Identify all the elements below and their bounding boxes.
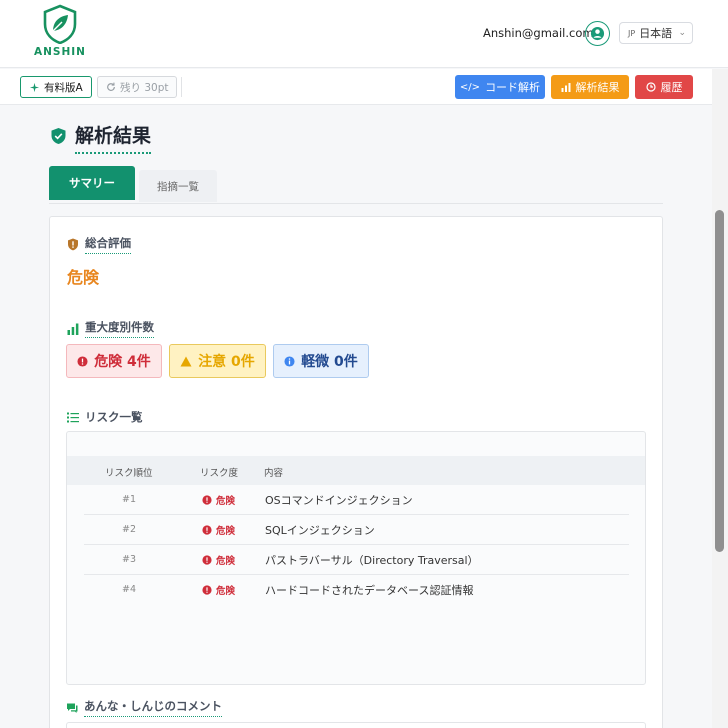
danger-count-badge: 危険 4件 (66, 344, 162, 378)
risk-content: SQLインジェクション (265, 524, 375, 537)
brand-logo[interactable]: ANSHIN (34, 4, 86, 58)
alert-circle-icon (202, 585, 212, 595)
alert-circle-icon (202, 555, 212, 565)
column-header-content: 内容 (264, 468, 284, 479)
analysis-result-button[interactable]: 解析結果 (551, 75, 629, 99)
comment-box (66, 722, 646, 728)
analysis-result-label: 解析結果 (575, 81, 620, 94)
risk-severity: 危険 (202, 523, 235, 537)
user-account-button[interactable] (585, 21, 610, 46)
warning-triangle-icon (180, 356, 192, 366)
risk-content: パストラバーサル（Directory Traversal） (265, 554, 479, 567)
app-header: ANSHIN Anshin@gmail.com JP 日本語 ⌄ (0, 0, 728, 68)
info-circle-icon (284, 355, 295, 367)
risk-content: OSコマンドインジェクション (265, 494, 413, 507)
code-analysis-label: コード解析 (485, 81, 541, 94)
risk-table-header: リスク順位 リスク度 内容 (67, 456, 645, 485)
list-icon (67, 412, 79, 422)
brand-name: ANSHIN (34, 46, 86, 58)
result-tabs: サマリー 指摘一覧 (49, 166, 663, 204)
alert-circle-icon (202, 525, 212, 535)
risk-severity-label: 危険 (216, 496, 236, 507)
refresh-icon (107, 82, 115, 91)
risk-content: ハードコードされたデータベース認証情報 (265, 584, 474, 597)
risk-severity-label: 危険 (216, 526, 236, 537)
history-button[interactable]: 履歴 (635, 75, 693, 99)
risk-severity-label: 危険 (216, 586, 236, 597)
language-code: JP (628, 28, 636, 38)
column-header-rank: リスク順位 (105, 468, 153, 479)
remaining-points-badge: 残り 30pt (97, 76, 178, 98)
overall-label: 総合評価 (85, 235, 131, 254)
language-select[interactable]: JP 日本語 ⌄ (619, 22, 693, 44)
table-row[interactable]: #2 危険 SQLインジェクション (84, 515, 629, 545)
warning-count-label: 注意 0件 (198, 354, 255, 370)
warning-count-badge: 注意 0件 (169, 344, 266, 378)
tab-findings-list[interactable]: 指摘一覧 (139, 170, 217, 202)
danger-count-label: 危険 4件 (94, 354, 151, 370)
comment-label: あんな・しんじのコメント (84, 698, 222, 717)
bar-chart-icon (561, 83, 570, 92)
plan-label: 有料版A (44, 81, 83, 94)
risk-severity-label: 危険 (216, 556, 236, 567)
column-header-severity: リスク度 (200, 468, 239, 479)
alert-circle-icon (202, 495, 212, 505)
risk-list-section-label: リスク一覧 (67, 409, 143, 425)
chat-bubble-icon (67, 703, 78, 713)
language-label: 日本語 (639, 27, 673, 40)
minor-count-label: 軽微 0件 (301, 354, 358, 370)
page-title: 解析結果 (75, 121, 152, 154)
severity-section-label: 重大度別件数 (67, 319, 154, 338)
code-analysis-button[interactable]: </> コード解析 (455, 75, 545, 99)
risk-rank: #2 (122, 524, 137, 535)
shield-leaf-icon (43, 4, 77, 44)
scrollbar-thumb[interactable] (715, 210, 724, 552)
user-icon (590, 26, 605, 41)
tab-summary[interactable]: サマリー (49, 166, 135, 200)
plan-badge[interactable]: 有料版A (20, 76, 92, 98)
history-label: 履歴 (660, 81, 683, 94)
severity-label: 重大度別件数 (85, 319, 154, 338)
table-row[interactable]: #3 危険 パストラバーサル（Directory Traversal） (84, 545, 629, 575)
shield-check-icon (51, 128, 66, 144)
chevron-down-icon: ⌄ (678, 28, 686, 38)
sparkle-icon (29, 82, 40, 92)
code-icon: </> (459, 81, 481, 93)
table-row[interactable]: #1 危険 OSコマンドインジェクション (84, 485, 629, 515)
overall-rating-value: 危険 (67, 268, 100, 287)
risk-severity: 危険 (202, 583, 235, 597)
overall-section-label: 総合評価 (67, 235, 131, 254)
risk-severity: 危険 (202, 493, 235, 507)
minor-count-badge: 軽微 0件 (273, 344, 369, 378)
shield-alert-icon (68, 238, 78, 251)
clock-icon (645, 82, 656, 92)
table-row[interactable]: #4 危険 ハードコードされたデータベース認証情報 (84, 575, 629, 605)
risk-list-label: リスク一覧 (85, 410, 143, 424)
user-email: Anshin@gmail.com (483, 26, 594, 40)
toolbar: 有料版A 残り 30pt </> コード解析 解析結果 履歴 (0, 69, 712, 105)
toolbar-divider (181, 77, 182, 97)
remaining-points-label: 残り 30pt (120, 81, 169, 94)
risk-rank: #3 (122, 554, 137, 565)
alert-circle-icon (77, 355, 88, 367)
comment-section-label: あんな・しんじのコメント (66, 698, 222, 717)
risk-severity: 危険 (202, 553, 235, 567)
signal-bars-icon (67, 323, 79, 335)
risk-rank: #1 (122, 494, 137, 505)
risk-rank: #4 (122, 584, 137, 595)
